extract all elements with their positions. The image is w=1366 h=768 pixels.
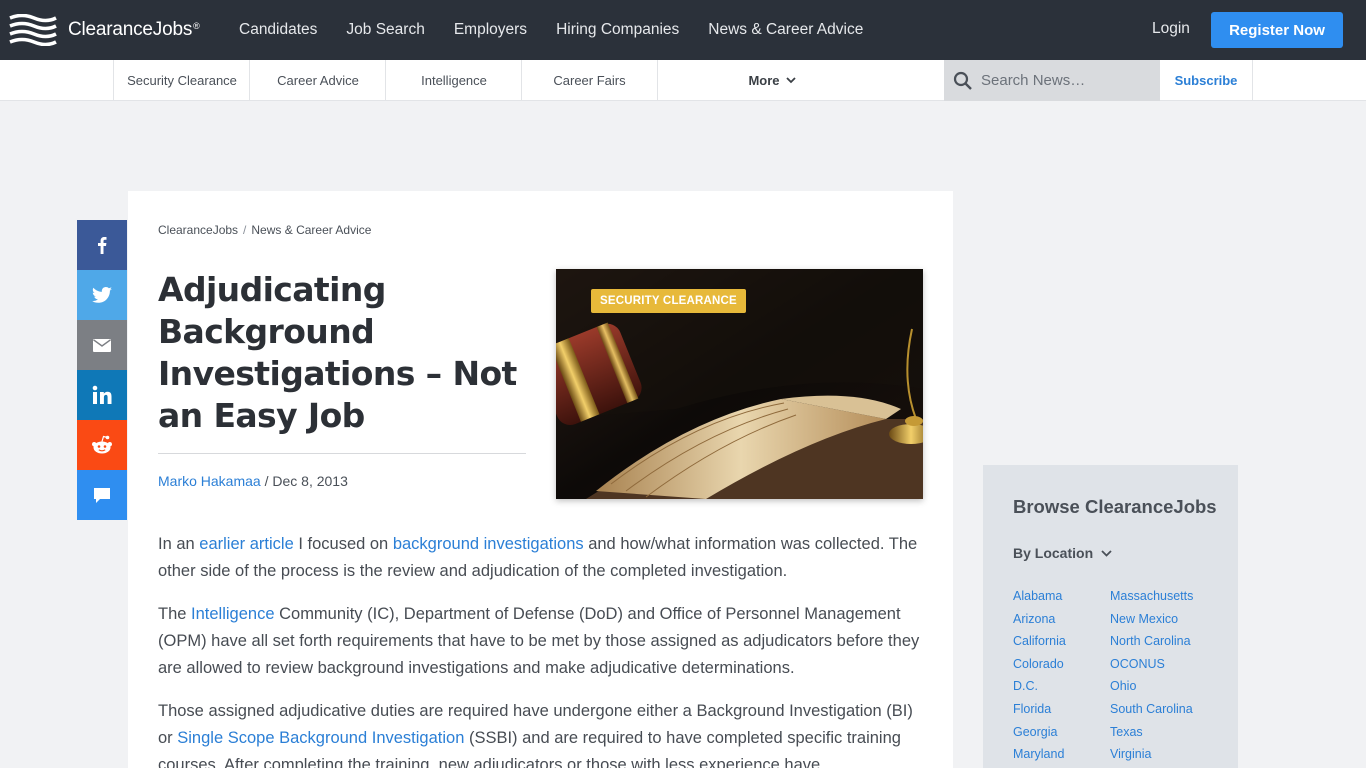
- state-link[interactable]: North Carolina: [1110, 630, 1210, 653]
- linkedin-share-button[interactable]: [77, 370, 127, 420]
- comment-icon: [94, 487, 110, 503]
- email-icon: [93, 338, 111, 352]
- article-date: Dec 8, 2013: [272, 473, 348, 489]
- by-location-label: By Location: [1013, 545, 1094, 561]
- browse-title: Browse ClearanceJobs: [1013, 496, 1217, 517]
- state-link[interactable]: Maryland: [1013, 743, 1113, 766]
- state-list-left: Alabama Arizona California Colorado D.C.…: [1013, 585, 1113, 766]
- search-input[interactable]: [981, 72, 1151, 89]
- nav-job-search[interactable]: Job Search: [346, 21, 424, 39]
- state-link[interactable]: California: [1013, 630, 1113, 653]
- state-link[interactable]: Arizona: [1013, 608, 1113, 631]
- main-nav-links: Candidates Job Search Employers Hiring C…: [239, 0, 892, 60]
- browse-clearancejobs-panel: Browse ClearanceJobs By Location Alabama…: [983, 465, 1238, 768]
- ssbi-link[interactable]: Single Scope Background Investigation: [177, 729, 464, 747]
- nav-employers[interactable]: Employers: [454, 21, 527, 39]
- category-badge[interactable]: SECURITY CLEARANCE: [591, 289, 746, 313]
- article-byline: Marko Hakamaa / Dec 8, 2013: [158, 473, 348, 489]
- reddit-share-button[interactable]: [77, 420, 127, 470]
- chevron-down-icon: [1101, 549, 1112, 557]
- earlier-article-link[interactable]: earlier article: [199, 535, 293, 553]
- author-link[interactable]: Marko Hakamaa: [158, 473, 261, 489]
- state-link[interactable]: OCONUS: [1110, 653, 1210, 676]
- logo-icon: [9, 14, 57, 46]
- state-link[interactable]: Ohio: [1110, 675, 1210, 698]
- linkedin-icon: [92, 385, 112, 404]
- paragraph-1: In an earlier article I focused on backg…: [158, 535, 918, 580]
- subnav-career-advice[interactable]: Career Advice: [249, 60, 386, 101]
- state-link[interactable]: Florida: [1013, 698, 1113, 721]
- nav-news-career-advice[interactable]: News & Career Advice: [708, 21, 863, 39]
- paragraph-2: The Intelligence Community (IC), Departm…: [158, 605, 920, 677]
- state-list-right: Massachusetts New Mexico North Carolina …: [1110, 585, 1210, 766]
- date-separator: /: [260, 473, 273, 489]
- clearancejobs-logo[interactable]: ClearanceJobs®: [8, 14, 200, 46]
- top-navigation: ClearanceJobs® Candidates Job Search Emp…: [0, 0, 1366, 60]
- breadcrumb-section[interactable]: News & Career Advice: [251, 223, 371, 237]
- facebook-share-button[interactable]: [77, 220, 127, 270]
- facebook-icon: [98, 237, 107, 254]
- state-link[interactable]: Alabama: [1013, 585, 1113, 608]
- breadcrumb: ClearanceJobs / News & Career Advice: [158, 223, 371, 237]
- reddit-icon: [92, 435, 112, 454]
- subscribe-link[interactable]: Subscribe: [1160, 60, 1253, 101]
- subnav-security-clearance[interactable]: Security Clearance: [113, 60, 250, 101]
- state-link[interactable]: South Carolina: [1110, 698, 1210, 721]
- subnav-intelligence[interactable]: Intelligence: [385, 60, 522, 101]
- breadcrumb-separator: /: [243, 223, 247, 237]
- state-link[interactable]: New Mexico: [1110, 608, 1210, 631]
- news-search: [944, 60, 1160, 101]
- login-link[interactable]: Login: [1152, 20, 1190, 38]
- state-link[interactable]: Colorado: [1013, 653, 1113, 676]
- twitter-share-button[interactable]: [77, 270, 127, 320]
- intelligence-link[interactable]: Intelligence: [191, 605, 274, 623]
- article-hero-image: SECURITY CLEARANCE: [556, 269, 923, 499]
- logo-text: ClearanceJobs®: [68, 19, 200, 40]
- article-card: ClearanceJobs / News & Career Advice Adjud…: [128, 191, 953, 768]
- subnav-more-dropdown[interactable]: More: [658, 60, 886, 101]
- search-icon[interactable]: [953, 71, 973, 91]
- state-link[interactable]: D.C.: [1013, 675, 1113, 698]
- subnav-career-fairs[interactable]: Career Fairs: [521, 60, 658, 101]
- nav-hiring-companies[interactable]: Hiring Companies: [556, 21, 679, 39]
- breadcrumb-home[interactable]: ClearanceJobs: [158, 223, 238, 237]
- email-share-button[interactable]: [77, 320, 127, 370]
- state-link[interactable]: Virginia: [1110, 743, 1210, 766]
- state-link[interactable]: Massachusetts: [1110, 585, 1210, 608]
- title-divider: [158, 453, 526, 454]
- by-location-dropdown[interactable]: By Location: [1013, 545, 1112, 561]
- article-title: Adjudicating Background Investigations –…: [158, 270, 517, 435]
- article-body: In an earlier article I focused on backg…: [158, 531, 928, 768]
- paragraph-3: Those assigned adjudicative duties are r…: [158, 702, 913, 768]
- chevron-down-icon: [785, 77, 796, 84]
- nav-candidates[interactable]: Candidates: [239, 21, 317, 39]
- twitter-icon: [92, 287, 112, 303]
- social-share-bar: [77, 220, 127, 520]
- more-label: More: [748, 73, 780, 88]
- news-subnav: Security Clearance Career Advice Intelli…: [0, 60, 1366, 101]
- background-investigations-link[interactable]: background investigations: [393, 535, 584, 553]
- state-link[interactable]: Georgia: [1013, 721, 1113, 744]
- state-link[interactable]: Texas: [1110, 721, 1210, 744]
- register-now-button[interactable]: Register Now: [1211, 12, 1343, 48]
- comment-button[interactable]: [77, 470, 127, 520]
